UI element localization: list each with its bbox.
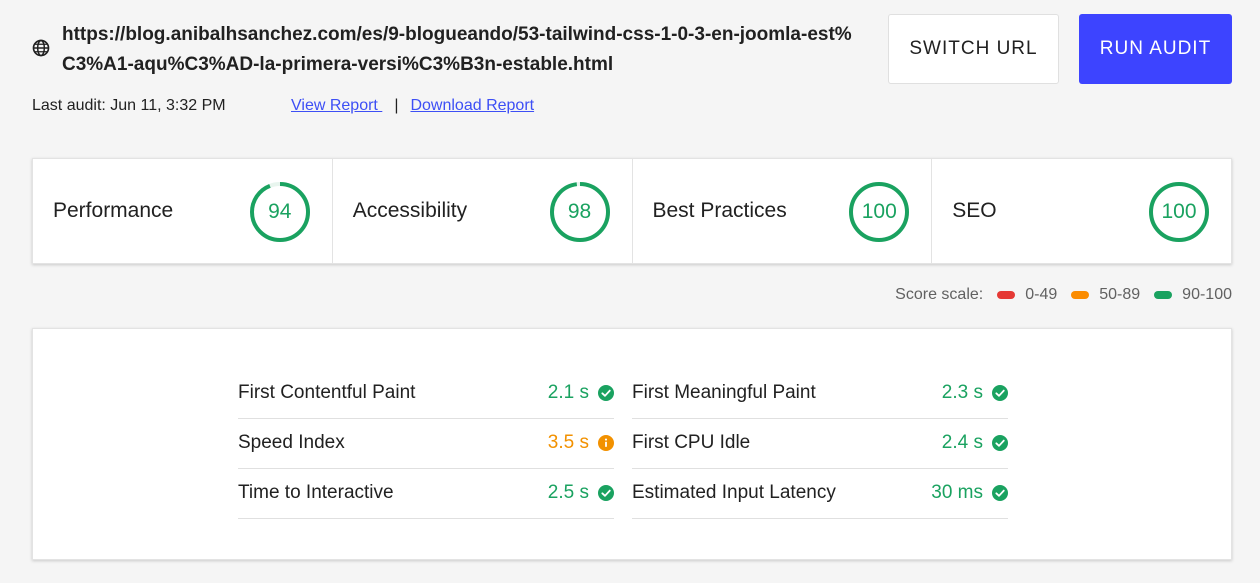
metric-name: Speed Index	[238, 431, 345, 453]
audit-header: https://blog.anibalhsanchez.com/es/9-blo…	[0, 0, 1260, 140]
check-circle-icon	[598, 384, 614, 401]
metric-name: Time to Interactive	[238, 481, 394, 503]
legend-title: Score scale:	[895, 286, 984, 303]
metric-name: First CPU Idle	[632, 431, 751, 453]
check-circle-icon	[992, 434, 1008, 451]
legend-label: 50-89	[1099, 286, 1141, 303]
metric-value: 2.1 s	[548, 382, 614, 404]
metrics-column-left: First Contentful Paint 2.1 s Speed Index…	[238, 369, 614, 519]
metrics-panel: First Contentful Paint 2.1 s Speed Index…	[32, 328, 1232, 560]
score-accessibility[interactable]: Accessibility 98	[333, 159, 633, 263]
score-label: Accessibility	[352, 199, 468, 222]
metric-row: Speed Index 3.5 s	[238, 419, 614, 469]
metric-row: Time to Interactive 2.5 s	[238, 469, 614, 519]
metric-value: 2.5 s	[548, 482, 614, 504]
legend-swatch	[1154, 291, 1173, 299]
metric-value: 2.3 s	[942, 382, 1008, 404]
legend-item-average: 50-89	[1071, 286, 1140, 304]
metric-row: First Meaningful Paint 2.3 s	[632, 369, 1008, 419]
score-best-practices[interactable]: Best Practices 100	[633, 159, 933, 263]
metric-value: 3.5 s	[548, 432, 614, 454]
metric-name: First Meaningful Paint	[632, 381, 816, 403]
metric-row: First Contentful Paint 2.1 s	[238, 369, 614, 419]
score-value: 100	[861, 200, 897, 223]
check-circle-icon	[992, 484, 1008, 501]
score-scale-legend: Score scale: 0-49 50-89 90-100	[895, 286, 1232, 304]
check-circle-icon	[992, 384, 1008, 401]
category-scores: Performance 94 Accessibility 98 Best Pra…	[32, 158, 1232, 264]
score-value: 98	[567, 200, 592, 223]
score-gauge: 98	[549, 181, 611, 243]
metric-row: Estimated Input Latency 30 ms	[632, 469, 1008, 519]
score-seo[interactable]: SEO 100	[932, 159, 1231, 263]
score-label: Performance	[53, 199, 174, 222]
legend-item-fail: 0-49	[997, 286, 1057, 304]
check-circle-icon	[598, 484, 614, 501]
metric-name: Estimated Input Latency	[632, 481, 836, 503]
switch-url-button[interactable]: SWITCH URL	[888, 14, 1059, 84]
score-value: 100	[1161, 200, 1197, 223]
metric-row: First CPU Idle 2.4 s	[632, 419, 1008, 469]
legend-label: 90-100	[1182, 286, 1232, 303]
metrics-column-right: First Meaningful Paint 2.3 s First CPU I…	[632, 369, 1008, 519]
globe-icon	[31, 38, 51, 58]
legend-label: 0-49	[1025, 286, 1058, 303]
report-links: View Report | Download Report	[291, 97, 534, 115]
view-report-link[interactable]: View Report	[291, 97, 382, 114]
legend-swatch	[1071, 291, 1090, 299]
run-audit-button[interactable]: RUN AUDIT	[1079, 14, 1232, 84]
score-performance[interactable]: Performance 94	[33, 159, 333, 263]
score-label: Best Practices	[652, 199, 787, 222]
score-gauge: 94	[249, 181, 311, 243]
download-report-link[interactable]: Download Report	[410, 97, 534, 114]
link-separator: |	[394, 97, 399, 114]
legend-item-pass: 90-100	[1154, 286, 1232, 304]
audited-url: https://blog.anibalhsanchez.com/es/9-blo…	[62, 24, 852, 75]
metric-value: 30 ms	[931, 482, 1008, 504]
info-circle-icon	[598, 434, 614, 451]
score-gauge: 100	[1148, 181, 1210, 243]
metric-name: First Contentful Paint	[238, 381, 416, 403]
score-gauge: 100	[848, 181, 910, 243]
score-value: 94	[268, 200, 292, 223]
metric-value: 2.4 s	[942, 432, 1008, 454]
score-label: SEO	[952, 199, 997, 222]
last-audit-timestamp: Last audit: Jun 11, 3:32 PM	[32, 97, 226, 114]
legend-swatch	[997, 291, 1016, 299]
